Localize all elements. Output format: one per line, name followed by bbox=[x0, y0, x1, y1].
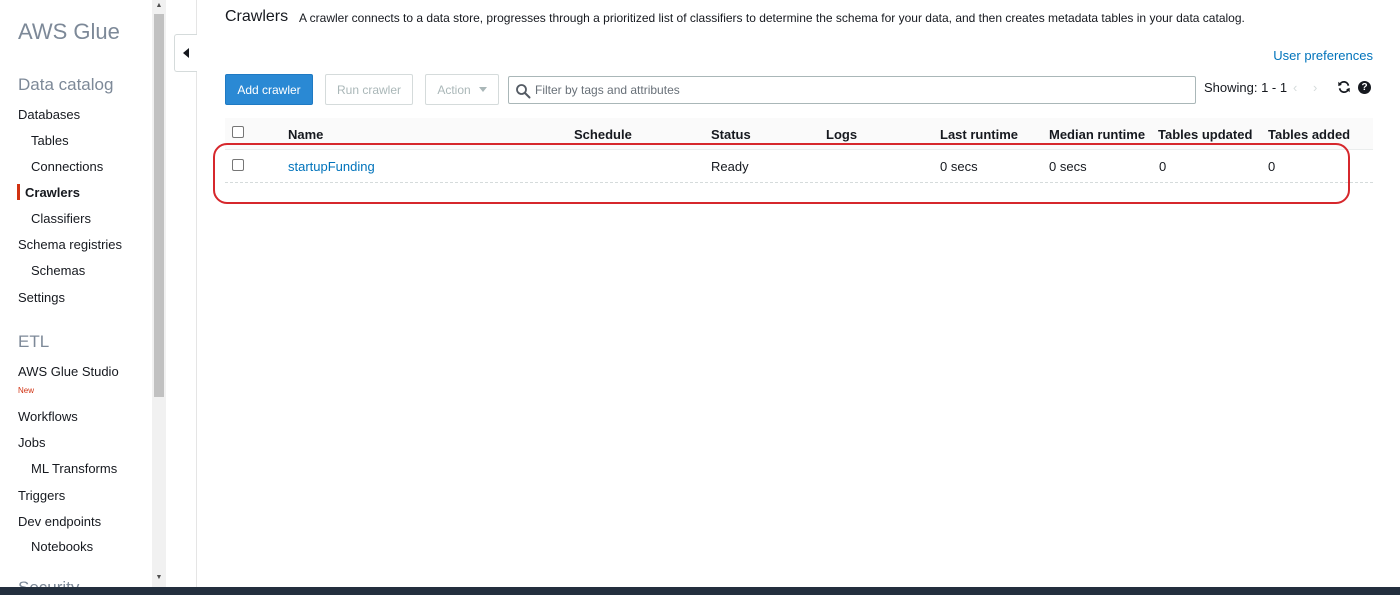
sidebar-item-jobs[interactable]: Jobs bbox=[18, 435, 45, 450]
sidebar-item-schema-registries[interactable]: Schema registries bbox=[18, 237, 122, 252]
action-label: Action bbox=[437, 82, 471, 97]
column-header-schedule[interactable]: Schedule bbox=[574, 127, 632, 142]
column-header-tables-added[interactable]: Tables added bbox=[1268, 127, 1350, 142]
run-crawler-button[interactable]: Run crawler bbox=[325, 74, 413, 105]
sidebar-scrollbar[interactable]: ▲ ▼ bbox=[152, 0, 166, 587]
new-badge: New bbox=[18, 386, 35, 395]
add-crawler-button[interactable]: Add crawler bbox=[225, 74, 313, 105]
refresh-icon[interactable] bbox=[1337, 80, 1351, 94]
crawler-name-link[interactable]: startupFunding bbox=[288, 159, 375, 174]
table-header-row: Name Schedule Status Logs Last runtime M… bbox=[225, 118, 1373, 150]
scroll-up-arrow-icon[interactable]: ▲ bbox=[152, 2, 166, 9]
previous-page-icon[interactable]: ‹ bbox=[1293, 80, 1297, 95]
caret-down-icon bbox=[478, 87, 487, 92]
row-checkbox[interactable] bbox=[232, 159, 244, 171]
crawler-tables-added: 0 bbox=[1268, 159, 1276, 174]
section-heading-data-catalog: Data catalog bbox=[18, 75, 114, 94]
crawler-median-runtime: 0 secs bbox=[1049, 159, 1087, 174]
action-dropdown[interactable]: Action bbox=[425, 74, 499, 105]
section-heading-etl: ETL bbox=[18, 332, 50, 351]
scroll-thumb[interactable] bbox=[154, 14, 164, 397]
aws-glue-console: AWS Glue Data catalog Databases Tables C… bbox=[0, 0, 1400, 595]
active-indicator bbox=[17, 184, 20, 200]
column-header-median-runtime[interactable]: Median runtime bbox=[1049, 127, 1145, 142]
sidebar-item-triggers[interactable]: Triggers bbox=[18, 488, 65, 503]
column-header-last-runtime[interactable]: Last runtime bbox=[940, 127, 1018, 142]
select-all-checkbox[interactable] bbox=[232, 126, 244, 138]
sidebar-item-classifiers[interactable]: Classifiers bbox=[31, 211, 91, 226]
collapse-sidebar-button[interactable] bbox=[174, 34, 197, 72]
sidebar-item-notebooks[interactable]: Notebooks bbox=[31, 539, 93, 554]
help-icon[interactable]: ? bbox=[1358, 81, 1371, 94]
scroll-down-arrow-icon[interactable]: ▼ bbox=[152, 574, 166, 581]
crawler-status: Ready bbox=[711, 159, 749, 174]
page-title: Crawlers bbox=[225, 8, 289, 25]
page-description: A crawler connects to a data store, prog… bbox=[299, 11, 1245, 25]
pagination-status: Showing: 1 - 1 bbox=[1204, 80, 1288, 95]
sidebar-item-crawlers[interactable]: Crawlers bbox=[25, 185, 80, 200]
sidebar-item-glue-studio[interactable]: AWS Glue Studio bbox=[18, 364, 119, 379]
column-header-name[interactable]: Name bbox=[288, 127, 323, 142]
section-heading-security: Security bbox=[18, 578, 79, 587]
brand-title[interactable]: AWS Glue bbox=[18, 19, 120, 45]
sidebar-item-tables[interactable]: Tables bbox=[31, 133, 69, 148]
sidebar-item-workflows[interactable]: Workflows bbox=[18, 409, 78, 424]
column-header-tables-updated[interactable]: Tables updated bbox=[1158, 127, 1252, 142]
crawlers-table: Name Schedule Status Logs Last runtime M… bbox=[225, 118, 1373, 183]
bottom-bar bbox=[0, 587, 1400, 595]
sidebar-item-connections[interactable]: Connections bbox=[31, 159, 103, 174]
crawler-last-runtime: 0 secs bbox=[940, 159, 978, 174]
column-header-logs[interactable]: Logs bbox=[826, 127, 857, 142]
sidebar-item-schemas[interactable]: Schemas bbox=[31, 263, 85, 278]
panel-divider bbox=[196, 0, 197, 587]
user-preferences-link[interactable]: User preferences bbox=[1273, 48, 1373, 63]
crawler-tables-updated: 0 bbox=[1159, 159, 1167, 174]
filter-search-box[interactable] bbox=[508, 76, 1196, 104]
chevron-left-icon bbox=[183, 48, 189, 58]
table-row[interactable]: startupFunding Ready 0 secs 0 secs 0 0 bbox=[225, 150, 1373, 183]
sidebar-item-dev-endpoints[interactable]: Dev endpoints bbox=[18, 514, 101, 529]
next-page-icon[interactable]: › bbox=[1313, 80, 1317, 95]
column-header-status[interactable]: Status bbox=[711, 127, 751, 142]
sidebar: AWS Glue Data catalog Databases Tables C… bbox=[0, 0, 166, 587]
sidebar-item-ml-transforms[interactable]: ML Transforms bbox=[31, 461, 117, 476]
sidebar-item-databases[interactable]: Databases bbox=[18, 107, 80, 122]
sidebar-item-settings[interactable]: Settings bbox=[18, 290, 65, 305]
filter-search-input[interactable] bbox=[535, 81, 1185, 99]
search-icon bbox=[516, 84, 531, 99]
